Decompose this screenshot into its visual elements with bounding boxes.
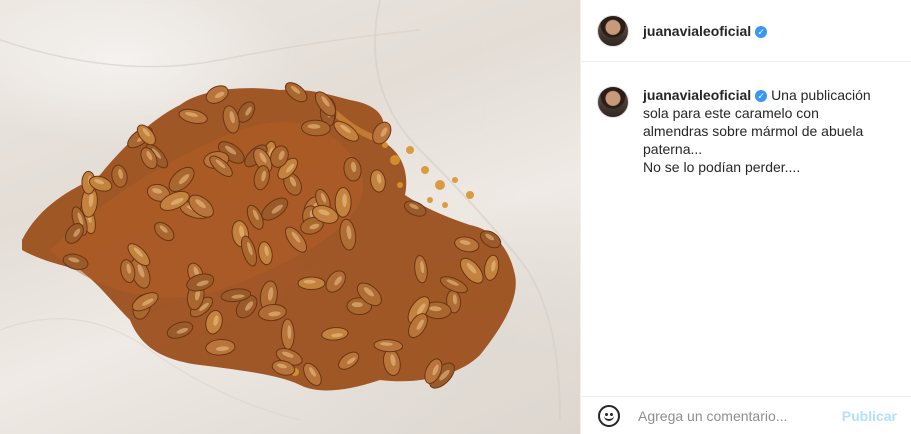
profile-avatar[interactable]	[597, 14, 629, 47]
caption-avatar[interactable]	[597, 86, 629, 118]
publish-button[interactable]: Publicar	[842, 408, 897, 424]
verified-badge-icon: ✓	[755, 25, 768, 38]
caption-text-line2: No se lo podían perder....	[643, 159, 801, 175]
caramel-drop	[427, 197, 433, 203]
caption-comment: juanavialeoficial ✓ Una publicación sola …	[581, 62, 911, 176]
verified-badge-icon: ✓	[755, 90, 768, 102]
instagram-post: juanavialeoficial ✓ juanavialeoficial ✓ Un…	[0, 0, 911, 434]
caramel-drop	[397, 182, 403, 188]
caramel-drop	[466, 191, 474, 199]
caramel-almonds-image	[0, 0, 561, 421]
emoji-smile-icon[interactable]	[598, 404, 620, 427]
post-sidebar: juanavialeoficial ✓ juanavialeoficial ✓ Un…	[580, 0, 911, 434]
caramel-drop	[406, 146, 414, 154]
caramel-drop	[452, 177, 458, 183]
header-username-text[interactable]: juanavialeoficial	[643, 23, 751, 39]
post-photo[interactable]	[0, 0, 580, 434]
almond-highlight	[303, 279, 316, 284]
post-header: juanavialeoficial ✓	[581, 0, 911, 62]
caramel-drop	[435, 180, 445, 190]
comment-input[interactable]	[636, 406, 835, 425]
caption-username[interactable]: juanavialeoficial	[643, 87, 751, 103]
caramel-drop	[390, 155, 400, 165]
header-username[interactable]: juanavialeoficial ✓	[643, 23, 768, 39]
caramel-drop	[421, 166, 429, 174]
caramel-drop	[442, 202, 448, 208]
caption-body: juanavialeoficial ✓ Una publicación sola …	[643, 86, 883, 176]
comment-bar: Publicar	[581, 396, 911, 434]
